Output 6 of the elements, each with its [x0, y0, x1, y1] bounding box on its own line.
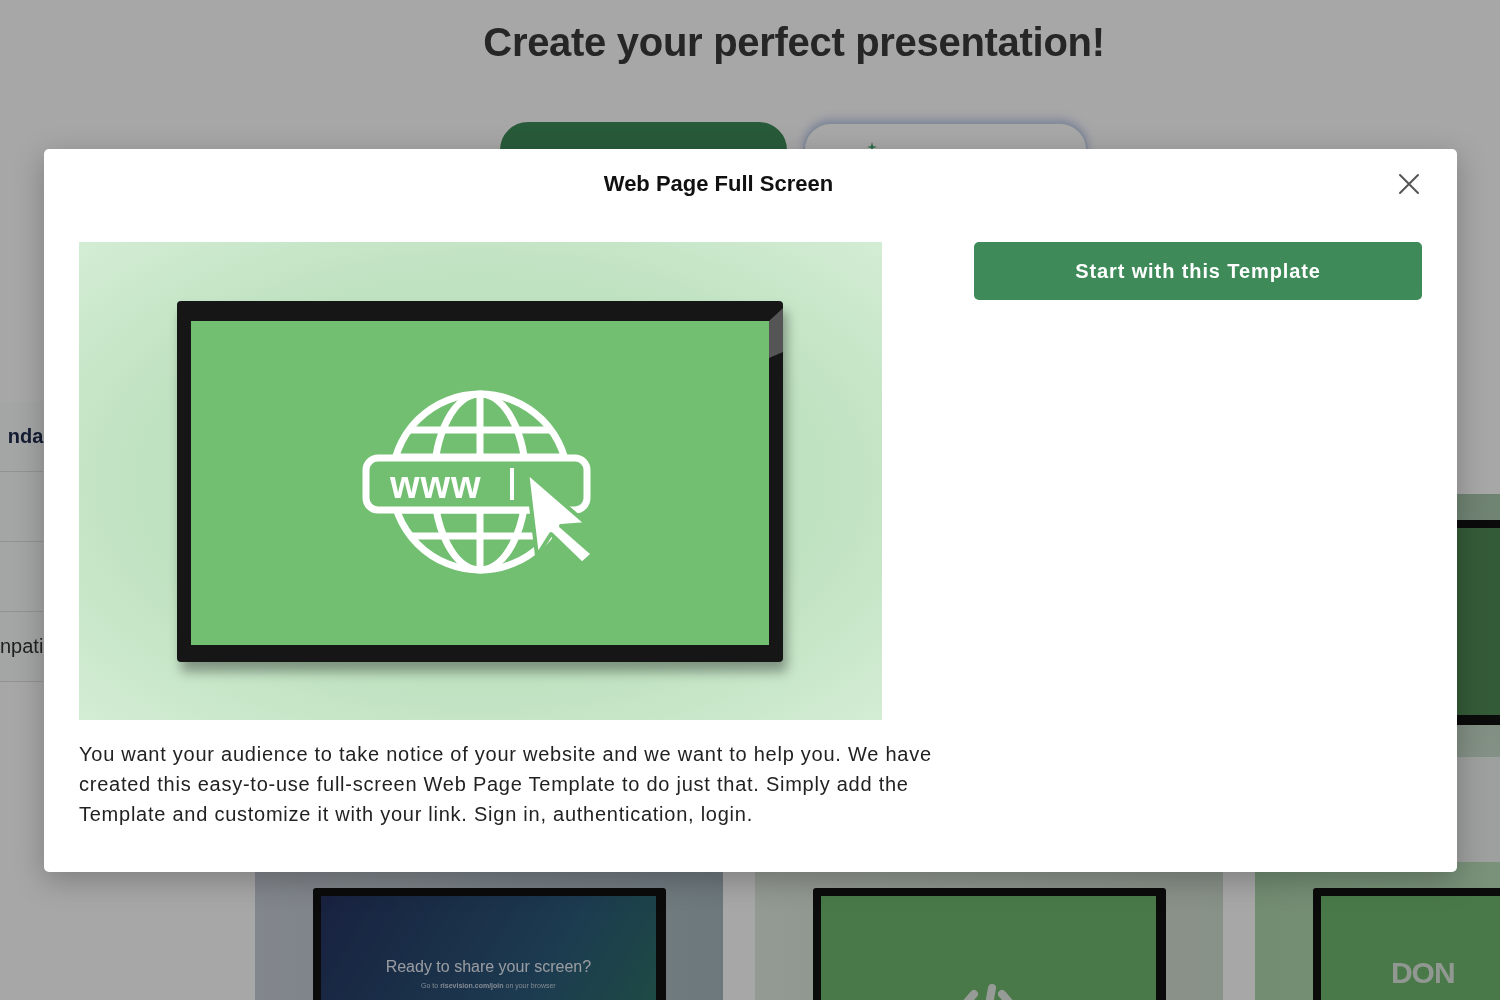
screen-heading: Ready to share your screen? [385, 958, 592, 976]
template-description: You want your audience to take notice of your website and we want to help you. We have created this easy-to-use full-screen Web Page Template to do just that. Simply add the Template and customize it with your link. Sign in, authentication, login. [79, 742, 932, 827]
page-title: Create your perfect presentation! [483, 19, 1105, 66]
screen-heading: DON [1390, 958, 1455, 988]
url-text: www [390, 464, 482, 506]
dialog-title: Web Page Full Screen [603, 170, 834, 198]
